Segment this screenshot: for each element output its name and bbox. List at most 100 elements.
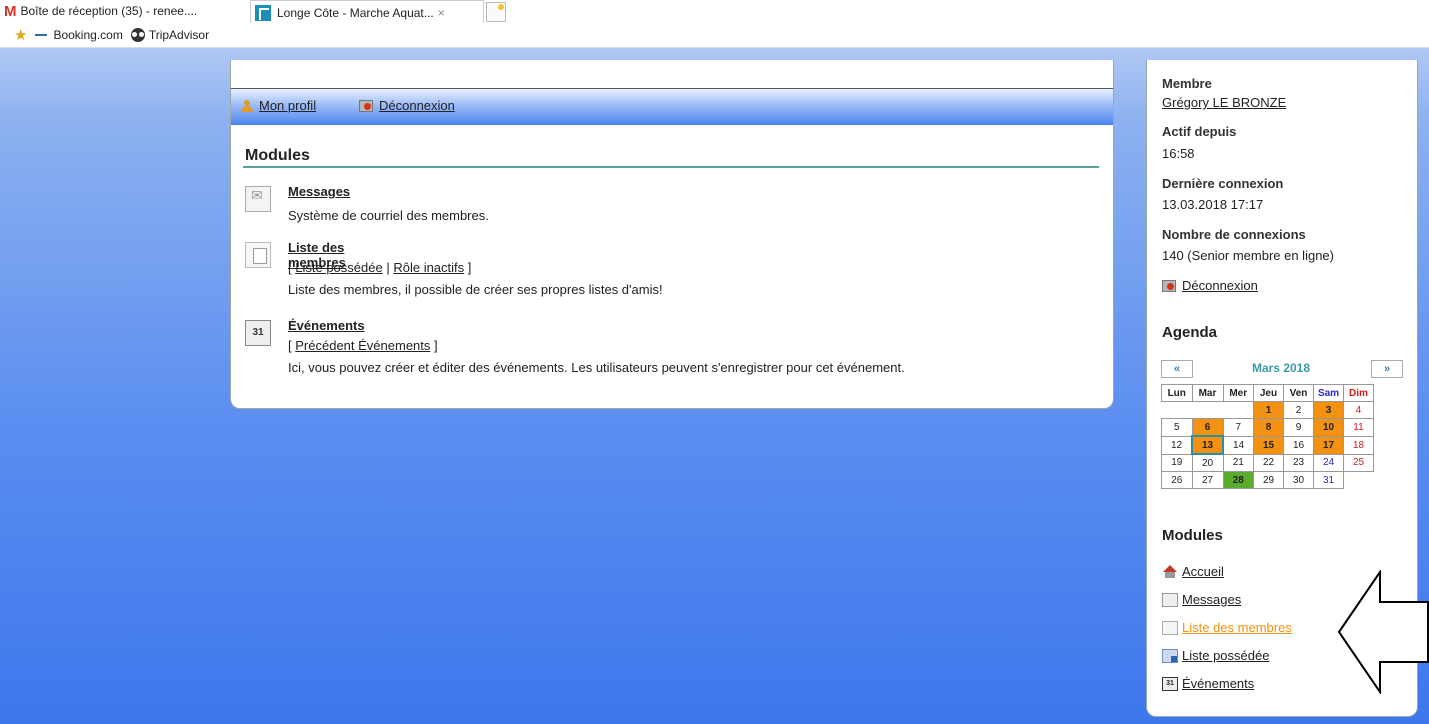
annotation-arrow-icon bbox=[1338, 570, 1429, 694]
last-login-value: 13.03.2018 17:17 bbox=[1162, 197, 1264, 212]
bookmarks-bar: ★ Booking.com TripAdvisor bbox=[0, 23, 1429, 48]
browser-tab-bar: M Boîte de réception (35) - renee.... Lo… bbox=[0, 0, 1429, 24]
new-tab-button[interactable] bbox=[486, 2, 506, 22]
owned-list-icon bbox=[1162, 648, 1178, 663]
calendar-day-29: 29 bbox=[1253, 471, 1284, 489]
owned-list-link[interactable]: Liste possédée bbox=[295, 260, 382, 275]
bookmark-label: TripAdvisor bbox=[148, 28, 210, 42]
calendar-day-10[interactable]: 10 bbox=[1313, 418, 1344, 437]
bookmark-label: Booking.com bbox=[53, 28, 123, 42]
sidebar-logout-link[interactable]: Déconnexion bbox=[1162, 278, 1258, 293]
module-description: Système de courriel des membres. bbox=[288, 208, 489, 223]
calendar-day-25: 25 bbox=[1343, 453, 1374, 472]
calendar-day-14: 14 bbox=[1222, 435, 1254, 455]
calendar-day-28[interactable]: 28 bbox=[1222, 471, 1254, 489]
bracket-open: [ bbox=[288, 338, 292, 353]
weekday-header: Lun bbox=[1161, 384, 1193, 402]
calendar-icon: 31 bbox=[1162, 676, 1178, 691]
calendar-day-18: 18 bbox=[1343, 435, 1374, 455]
weekday-header: Sam bbox=[1313, 384, 1344, 402]
member-list-icon bbox=[245, 242, 271, 268]
heading-divider bbox=[243, 166, 1099, 168]
calendar-day-8[interactable]: 8 bbox=[1253, 418, 1284, 437]
bookmark-booking[interactable]: Booking.com bbox=[35, 28, 123, 42]
bracket-close: ] bbox=[467, 260, 472, 275]
module-description: Liste des membres, il possible de créer … bbox=[288, 282, 663, 297]
calendar-day-5: 5 bbox=[1161, 418, 1193, 437]
sidebar-item-home[interactable]: Accueil bbox=[1162, 564, 1224, 579]
calendar-empty-cell bbox=[1162, 402, 1193, 419]
weekday-header: Ven bbox=[1283, 384, 1314, 402]
calendar-day-19: 19 bbox=[1161, 453, 1193, 472]
messages-icon bbox=[1162, 592, 1178, 607]
sidebar-modules-heading: Modules bbox=[1162, 527, 1223, 544]
calendar-month: Mars 2018 bbox=[1251, 361, 1311, 375]
active-since-label: Actif depuis bbox=[1162, 124, 1237, 139]
agenda-heading: Agenda bbox=[1162, 324, 1218, 341]
sidebar-item-label[interactable]: Accueil bbox=[1182, 564, 1224, 579]
calendar-day-6[interactable]: 6 bbox=[1191, 418, 1224, 437]
calendar-day-30: 30 bbox=[1283, 471, 1314, 489]
gmail-icon: M bbox=[4, 2, 17, 20]
sidebar-item-label[interactable]: Liste possédée bbox=[1182, 648, 1269, 663]
calendar-day-1[interactable]: 1 bbox=[1253, 401, 1284, 419]
bookmark-tripadvisor[interactable]: TripAdvisor bbox=[130, 28, 210, 42]
module-title-messages[interactable]: Messages bbox=[288, 184, 350, 199]
sidebar-item-member-list[interactable]: Liste des membres bbox=[1162, 620, 1292, 635]
my-profile-link[interactable]: Mon profil bbox=[241, 98, 316, 113]
member-label: Membre bbox=[1162, 76, 1212, 91]
inactive-roles-link[interactable]: Rôle inactifs bbox=[393, 260, 464, 275]
sidebar-item-label[interactable]: Liste des membres bbox=[1182, 620, 1292, 635]
calendar-day-12: 12 bbox=[1161, 435, 1193, 455]
calendar-day-27: 27 bbox=[1191, 471, 1224, 489]
module-description: Ici, vous pouvez créer et éditer des évé… bbox=[288, 360, 905, 375]
profile-bar: Mon profil Déconnexion bbox=[231, 88, 1113, 125]
calendar-day-3[interactable]: 3 bbox=[1313, 401, 1344, 419]
main-panel: Mon profil Déconnexion Modules Messages … bbox=[230, 60, 1114, 409]
calendar-day-24: 24 bbox=[1313, 453, 1344, 472]
member-name-link[interactable]: Grégory LE BRONZE bbox=[1162, 95, 1286, 110]
member-list-icon bbox=[1162, 620, 1178, 635]
sidebar-item-owned-list[interactable]: Liste possédée bbox=[1162, 648, 1269, 663]
logout-link[interactable]: Déconnexion bbox=[359, 98, 455, 113]
home-icon bbox=[1162, 564, 1178, 579]
sidebar-item-label[interactable]: Événements bbox=[1182, 676, 1254, 691]
next-month-button[interactable]: » bbox=[1371, 360, 1403, 378]
calendar-day-7: 7 bbox=[1222, 418, 1254, 437]
tab-longe-cote[interactable]: Longe Côte - Marche Aquat... × bbox=[250, 0, 484, 24]
weekday-header: Mar bbox=[1191, 384, 1224, 402]
separator: | bbox=[386, 260, 390, 275]
module-title-events[interactable]: Événements bbox=[288, 318, 365, 333]
calendar-day-11: 11 bbox=[1343, 418, 1374, 437]
sidebar-item-events[interactable]: 31 Événements bbox=[1162, 676, 1254, 691]
tab-gmail[interactable]: M Boîte de réception (35) - renee.... bbox=[4, 0, 244, 22]
calendar-day-17[interactable]: 17 bbox=[1313, 435, 1344, 455]
site-favicon-icon bbox=[255, 4, 271, 21]
calendar-day-23: 23 bbox=[1283, 453, 1314, 472]
past-events-link[interactable]: Précédent Événements bbox=[295, 338, 430, 353]
calendar-day-13[interactable]: 13 bbox=[1191, 435, 1224, 455]
prev-month-button[interactable]: « bbox=[1161, 360, 1193, 378]
favorites-star-icon[interactable]: ★ bbox=[14, 26, 27, 44]
my-profile-label[interactable]: Mon profil bbox=[259, 98, 316, 113]
sidebar-item-messages[interactable]: Messages bbox=[1162, 592, 1241, 607]
calendar-empty-cell bbox=[1192, 402, 1223, 419]
close-tab-icon[interactable]: × bbox=[438, 6, 445, 20]
module-links: [ Liste possédée | Rôle inactifs ] bbox=[288, 260, 471, 275]
sidebar-logout-label[interactable]: Déconnexion bbox=[1182, 278, 1258, 293]
sidebar-item-label[interactable]: Messages bbox=[1182, 592, 1241, 607]
calendar-day-20: 20 bbox=[1191, 453, 1224, 472]
bracket-close: ] bbox=[434, 338, 438, 353]
logout-icon bbox=[1162, 279, 1176, 292]
login-count-value: 140 (Senior membre en ligne) bbox=[1162, 248, 1334, 263]
calendar-day-15[interactable]: 15 bbox=[1253, 435, 1284, 455]
tab-label: Longe Côte - Marche Aquat... bbox=[277, 5, 434, 20]
calendar-empty-cell bbox=[1223, 402, 1254, 419]
calendar-day-4: 4 bbox=[1343, 401, 1374, 419]
logout-label[interactable]: Déconnexion bbox=[379, 98, 455, 113]
calendar-day-2: 2 bbox=[1283, 401, 1314, 419]
logout-icon bbox=[359, 99, 373, 112]
calendar-day-31: 31 bbox=[1313, 471, 1344, 489]
calendar-empty-cell bbox=[1344, 472, 1374, 489]
calendar-day-22: 22 bbox=[1253, 453, 1284, 472]
